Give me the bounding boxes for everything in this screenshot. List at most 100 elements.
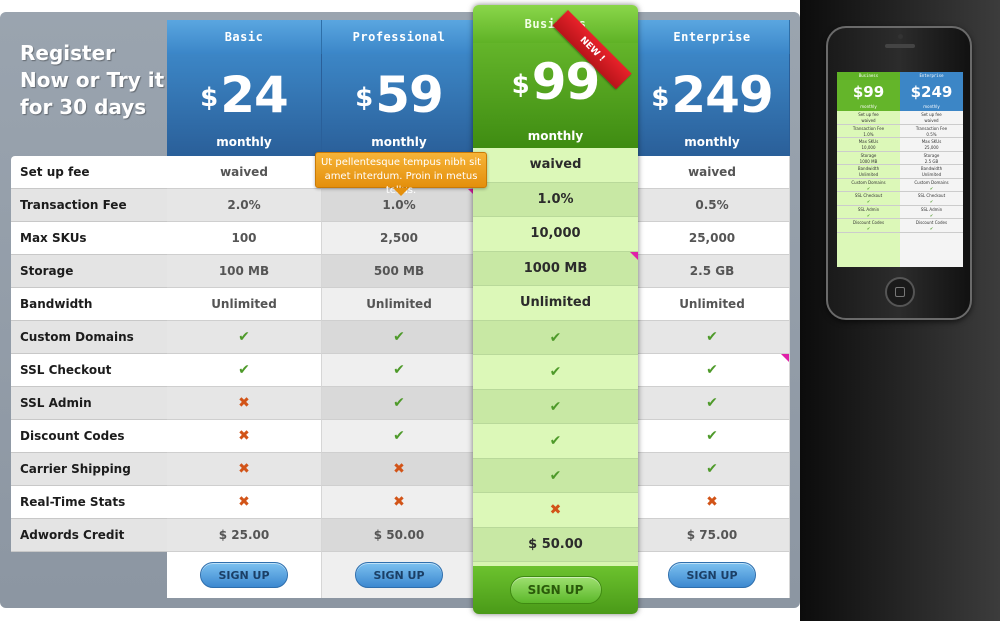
signup-button-basic[interactable]: SIGN UP — [200, 562, 288, 588]
plan-footer: SIGN UP — [322, 552, 477, 598]
price-period: monthly — [684, 135, 740, 149]
plan-price: $59 monthly — [322, 54, 477, 156]
check-icon: ✔ — [393, 428, 405, 444]
feature-value-discount-codes: ✔ — [322, 420, 477, 453]
price-amount: $59 — [322, 66, 476, 124]
feature-value-ssl-admin: ✔ — [635, 387, 790, 420]
feature-labels: Set up fee Transaction Fee Max SKUs Storage… — [11, 156, 167, 552]
phone-feature-row: SSL Checkout ✔ — [900, 192, 963, 206]
plan-enterprise: Enterprise $249 monthly waived 0.5% 25,000 2.5… — [635, 20, 790, 598]
feature-value-storage: 2.5 GB — [635, 255, 790, 288]
home-icon — [895, 287, 905, 297]
price-period: monthly — [216, 135, 272, 149]
feature-value-real-time-stats: ✖ — [167, 486, 322, 519]
price-amount: $249 — [635, 66, 789, 124]
feature-value-adwords-credit: $ 25.00 — [167, 519, 322, 552]
feature-value-transaction-fee: 2.0% — [167, 189, 322, 222]
corner-marker — [630, 251, 638, 260]
price-period: monthly — [371, 135, 427, 149]
price-amount: $24 — [167, 66, 321, 124]
check-icon: ✔ — [549, 398, 562, 415]
feature-value-discount-codes: ✔ — [635, 420, 790, 453]
phone-feature-row: Storage 2.5 GB — [900, 152, 963, 165]
feature-label-storage: Storage — [11, 255, 167, 288]
check-icon: ✔ — [393, 362, 405, 378]
phone-feature-row: Max SKUs 10,000 — [837, 138, 900, 152]
phone-feature-row: Storage 1000 MB — [837, 152, 900, 165]
feature-value-adwords-credit: $ 75.00 — [635, 519, 790, 552]
phone-feature-row: Set up fee waived — [900, 111, 963, 125]
check-icon: ✔ — [706, 362, 718, 378]
plan-name: Basic — [167, 20, 322, 54]
phone-price-period: monthly — [860, 104, 877, 109]
check-icon: ✔ — [706, 428, 718, 444]
headline: Register Now or Try it for 30 days — [20, 41, 165, 119]
feature-value-max-skus: 2,500 — [322, 222, 477, 255]
plan-price: $249 monthly — [635, 54, 790, 156]
price-value: 59 — [375, 66, 444, 124]
plan-name: Enterprise — [635, 20, 790, 54]
signup-button-business[interactable]: SIGN UP — [509, 576, 602, 604]
feature-value-storage: 500 MB — [322, 255, 477, 288]
feature-value-custom-domains: ✔ — [322, 321, 477, 354]
phone-feature-value: ✔ — [866, 199, 871, 204]
price-period: monthly — [527, 129, 584, 143]
cross-icon: ✖ — [393, 461, 405, 477]
plan-footer: SIGN UP — [167, 552, 322, 598]
phone-feature-row: Set up fee waived — [837, 111, 900, 125]
phone-mockup: Business $99 monthly Set up fee waived Transa… — [826, 26, 972, 320]
price-value: 249 — [671, 66, 773, 124]
feature-value-ssl-admin: ✔ — [473, 389, 638, 424]
feature-value-max-skus: 10,000 — [473, 217, 638, 252]
tooltip-arrow — [393, 188, 409, 196]
feature-label-adwords-credit: Adwords Credit — [11, 519, 167, 552]
feature-value-ssl-checkout: ✔ — [635, 354, 790, 387]
feature-value-discount-codes: ✖ — [167, 420, 322, 453]
currency-symbol: $ — [200, 83, 219, 113]
feature-label-transaction-fee: Transaction Fee — [11, 189, 167, 222]
check-icon: ✔ — [706, 395, 718, 411]
phone-plan-name: Enterprise — [900, 72, 963, 80]
phone-feature-row: Bandwidth Unlimited — [837, 165, 900, 179]
phone-feature-value: 2.5 GB — [924, 158, 939, 164]
plan-professional: Professional$59monthlywaived1.0%2,500500… — [322, 20, 477, 598]
check-icon: ✔ — [549, 467, 562, 484]
camera-icon — [898, 34, 903, 39]
tooltip: Ut pellentesque tempus nibh sit amet int… — [315, 152, 487, 196]
phone-price-period: monthly — [923, 104, 940, 109]
currency-symbol: $ — [651, 83, 670, 113]
check-icon: ✔ — [393, 395, 405, 411]
phone-feature-row: SSL Admin ✔ — [837, 206, 900, 219]
check-icon: ✔ — [238, 362, 250, 378]
phone-feature-row: Custom Domains ✔ — [900, 179, 963, 192]
feature-value-set-up-fee: waived — [473, 148, 638, 183]
home-button[interactable] — [885, 277, 915, 307]
phone-feature-value: ✔ — [929, 199, 934, 204]
speaker-icon — [885, 44, 915, 48]
signup-button-professional[interactable]: SIGN UP — [355, 562, 443, 588]
feature-label-ssl-checkout: SSL Checkout — [11, 354, 167, 387]
feature-value-carrier-shipping: ✔ — [635, 453, 790, 486]
plan-footer: SIGN UP — [473, 566, 638, 614]
plan-name: Professional — [322, 20, 477, 54]
feature-value-real-time-stats: ✖ — [473, 493, 638, 528]
feature-value-custom-domains: ✔ — [635, 321, 790, 354]
phone-plan-price: $99 monthly — [837, 80, 900, 111]
feature-value-carrier-shipping: ✖ — [167, 453, 322, 486]
phone-feature-row: Bandwidth Unlimited — [900, 165, 963, 179]
feature-value-bandwidth: Unlimited — [473, 286, 638, 321]
check-icon: ✔ — [549, 433, 562, 449]
feature-value-carrier-shipping: ✖ — [322, 453, 477, 486]
feature-value-max-skus: 100 — [167, 222, 322, 255]
feature-value-discount-codes: ✔ — [473, 424, 638, 459]
feature-value-transaction-fee: 0.5% — [635, 189, 790, 222]
check-icon: ✔ — [706, 461, 718, 477]
feature-value-custom-domains: ✔ — [167, 321, 322, 354]
signup-button-enterprise[interactable]: SIGN UP — [668, 562, 756, 588]
feature-value-transaction-fee: 1.0% — [473, 182, 638, 217]
feature-value-storage: 1000 MB — [473, 251, 638, 286]
cross-icon: ✖ — [706, 494, 718, 510]
phone-feature-value: ✔ — [866, 226, 871, 231]
phone-plan-enterprise: Enterprise $249 monthly Set up fee waived Tra… — [900, 72, 963, 267]
feature-label-discount-codes: Discount Codes — [11, 420, 167, 453]
